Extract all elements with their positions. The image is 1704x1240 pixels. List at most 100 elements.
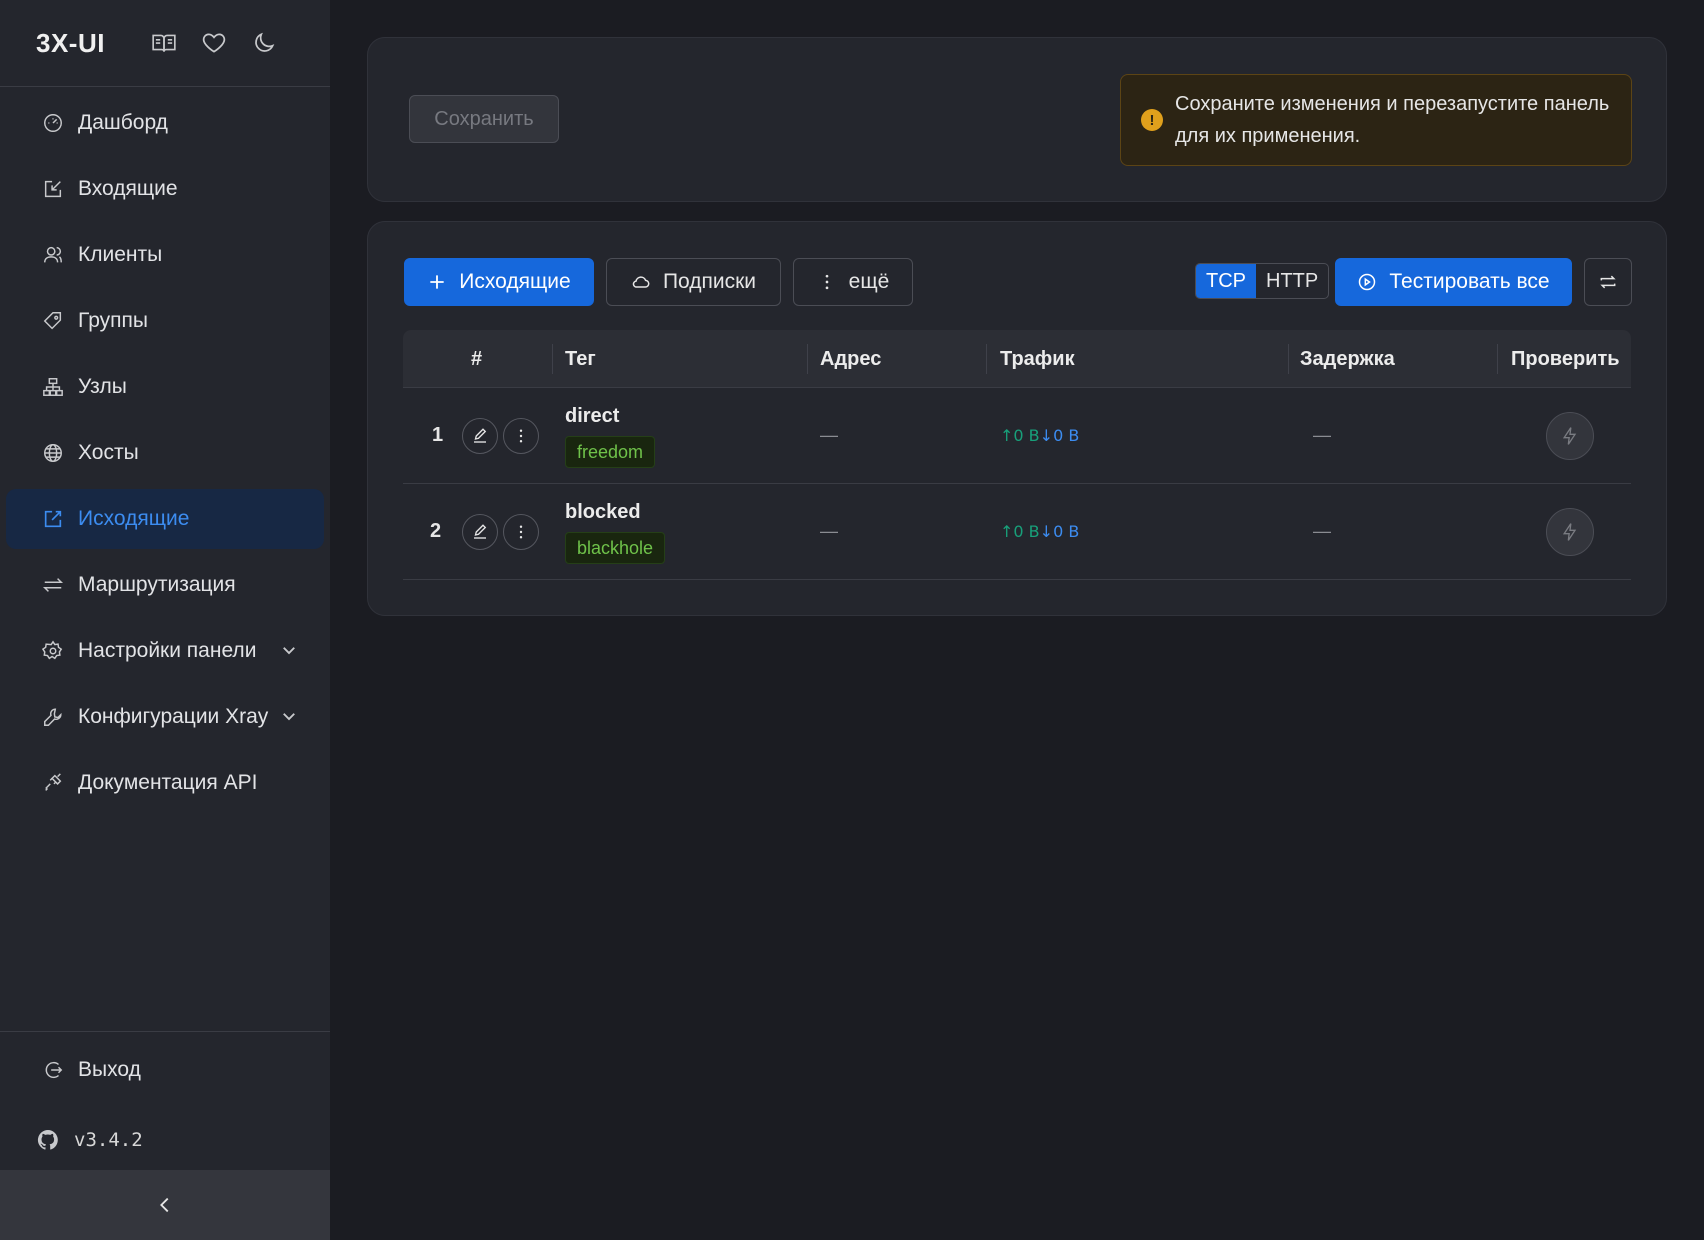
lightning-icon bbox=[1562, 427, 1577, 445]
sidebar-item-inbounds[interactable]: Входящие bbox=[6, 159, 324, 219]
sidebar-item-label: Исходящие bbox=[78, 507, 190, 530]
subscriptions-label: Подписки bbox=[662, 270, 757, 293]
sidebar-item-hosts[interactable]: Хосты bbox=[6, 423, 324, 483]
gear-icon bbox=[42, 640, 64, 662]
sidebar-item-label: Документация API bbox=[78, 771, 258, 794]
outbound-tag: direct bbox=[565, 405, 620, 427]
sidebar-item-outbounds[interactable]: Исходящие bbox=[6, 489, 324, 549]
edit-icon bbox=[474, 428, 487, 443]
chevron-left-icon bbox=[160, 1197, 169, 1213]
logout-icon bbox=[42, 1059, 64, 1081]
latency-value: — bbox=[1313, 425, 1331, 445]
api-icon bbox=[42, 772, 64, 794]
sidebar-item-label: Маршрутизация bbox=[78, 573, 236, 596]
table-row: 2 blocked blackhole — ↑0 B ↓0 B — bbox=[403, 484, 1631, 580]
plus-icon bbox=[430, 275, 444, 289]
latency-value: — bbox=[1313, 521, 1331, 541]
more-vertical-icon bbox=[519, 525, 523, 539]
sidebar-item-groups[interactable]: Группы bbox=[6, 291, 324, 351]
sidebar-item-label: Хосты bbox=[78, 441, 139, 464]
row-number: 2 bbox=[430, 520, 442, 542]
column-address: Адрес bbox=[820, 347, 882, 370]
traffic-value: ↑0 B ↓0 B bbox=[1000, 426, 1079, 445]
outbounds-card: Исходящие Подписки ещё TCP HTTP Тестиров… bbox=[367, 221, 1667, 616]
more-vertical-icon bbox=[519, 429, 523, 443]
edit-button[interactable] bbox=[462, 514, 498, 550]
traffic-up: ↑0 B bbox=[1000, 522, 1040, 541]
swap-arrows-icon bbox=[1600, 275, 1616, 289]
chevron-down-icon bbox=[283, 713, 295, 721]
column-check: Проверить bbox=[1511, 347, 1620, 370]
refresh-button[interactable] bbox=[1584, 258, 1632, 306]
test-all-label: Тестировать все bbox=[1389, 270, 1550, 293]
column-traffic: Трафик bbox=[1000, 347, 1075, 370]
row-menu-button[interactable] bbox=[503, 418, 539, 454]
protocol-badge: freedom bbox=[565, 436, 656, 468]
sidebar-item-label: Конфигурации Xray bbox=[78, 705, 269, 728]
protocol-badge: blackhole bbox=[565, 532, 666, 564]
version-link[interactable]: v3.4.2 bbox=[0, 1110, 330, 1170]
test-mode-toggle: TCP HTTP bbox=[1195, 263, 1330, 299]
test-button[interactable] bbox=[1546, 412, 1594, 460]
lightning-icon bbox=[1562, 523, 1577, 541]
cloud-icon bbox=[632, 276, 650, 288]
table-header: # Тег Адрес Трафик Задержка Проверить bbox=[403, 330, 1631, 388]
row-menu-button[interactable] bbox=[503, 514, 539, 550]
users-icon bbox=[42, 244, 64, 266]
tag-icon bbox=[42, 310, 64, 332]
save-button[interactable]: Сохранить bbox=[409, 95, 559, 143]
logout-label: Выход bbox=[78, 1058, 141, 1081]
edit-icon bbox=[474, 524, 487, 539]
add-outbound-button[interactable]: Исходящие bbox=[404, 258, 594, 306]
sidebar-item-label: Настройки панели bbox=[78, 639, 257, 662]
sidebar-collapse-button[interactable] bbox=[0, 1170, 330, 1240]
alert-text: Сохраните изменения и перезапустите пане… bbox=[1175, 93, 1610, 147]
add-outbound-label: Исходящие bbox=[459, 270, 571, 293]
app-logo: 3X-UI bbox=[36, 27, 105, 58]
moon-icon[interactable] bbox=[251, 30, 277, 56]
sidebar-item-api-docs[interactable]: Документация API bbox=[6, 753, 324, 813]
sidebar-item-nodes[interactable]: Узлы bbox=[6, 357, 324, 417]
sidebar-item-panel-settings[interactable]: Настройки панели bbox=[6, 621, 324, 681]
sidebar-item-label: Группы bbox=[78, 309, 148, 332]
version-label: v3.4.2 bbox=[74, 1129, 143, 1151]
column-tag: Тег bbox=[565, 347, 596, 370]
more-button[interactable]: ещё bbox=[793, 258, 913, 306]
test-button[interactable] bbox=[1546, 508, 1594, 556]
address-value: — bbox=[820, 425, 838, 445]
mode-http-option[interactable]: HTTP bbox=[1256, 264, 1328, 298]
sidebar-item-dashboard[interactable]: Дашборд bbox=[6, 93, 324, 153]
restart-alert: ! Сохраните изменения и перезапустите па… bbox=[1120, 74, 1632, 166]
logout-button[interactable]: Выход bbox=[6, 1040, 324, 1100]
warning-icon: ! bbox=[1141, 109, 1163, 131]
table-row: 1 direct freedom — ↑0 B ↓0 B — bbox=[403, 388, 1631, 484]
inbound-icon bbox=[42, 178, 64, 200]
outbound-icon bbox=[42, 508, 64, 530]
sidebar-item-clients[interactable]: Клиенты bbox=[6, 225, 324, 285]
wrench-icon bbox=[42, 706, 64, 728]
swap-icon bbox=[42, 574, 64, 596]
book-icon[interactable] bbox=[151, 30, 177, 56]
github-icon bbox=[37, 1129, 58, 1150]
outbound-tag: blocked bbox=[565, 501, 641, 523]
traffic-up: ↑0 B bbox=[1000, 426, 1040, 445]
address-value: — bbox=[820, 521, 838, 541]
row-number: 1 bbox=[432, 424, 444, 446]
heart-icon[interactable] bbox=[201, 30, 227, 56]
sidebar: 3X-UI Дашборд Входящие Клиенты Группы Уз… bbox=[0, 0, 330, 1240]
traffic-down: ↓0 B bbox=[1039, 426, 1080, 445]
test-all-button[interactable]: Тестировать все bbox=[1335, 258, 1572, 306]
sidebar-item-label: Дашборд bbox=[78, 111, 168, 134]
more-vertical-icon bbox=[825, 274, 829, 290]
sidebar-item-label: Входящие bbox=[78, 177, 178, 200]
mode-tcp-option[interactable]: TCP bbox=[1196, 264, 1256, 298]
subscriptions-button[interactable]: Подписки bbox=[606, 258, 781, 306]
more-label: ещё bbox=[848, 270, 890, 293]
sidebar-item-label: Узлы bbox=[78, 375, 127, 398]
sidebar-item-xray-config[interactable]: Конфигурации Xray bbox=[6, 687, 324, 747]
edit-button[interactable] bbox=[462, 418, 498, 454]
dashboard-icon bbox=[42, 112, 64, 134]
play-circle-icon bbox=[1359, 273, 1376, 291]
sidebar-item-routing[interactable]: Маршрутизация bbox=[6, 555, 324, 615]
sidebar-header: 3X-UI bbox=[0, 0, 330, 87]
